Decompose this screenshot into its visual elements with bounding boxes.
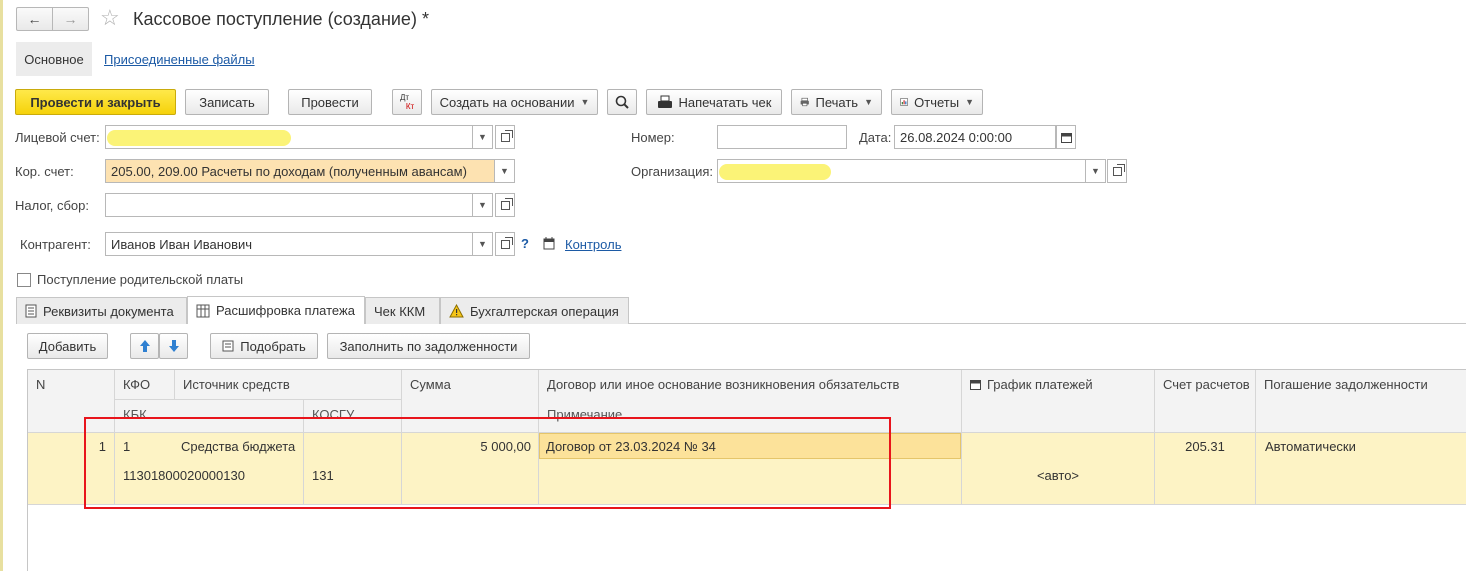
table-icon	[196, 304, 210, 317]
print-button[interactable]: Печать ▼	[791, 89, 882, 115]
parent-fee-checkbox[interactable]	[17, 273, 31, 287]
section-main[interactable]: Основное	[16, 42, 92, 76]
tab-document-details[interactable]: Реквизиты документа	[16, 297, 187, 324]
caret-down-icon: ▼	[864, 97, 873, 107]
control-link[interactable]: Контроль	[565, 237, 621, 252]
back-button[interactable]: ←	[16, 7, 53, 31]
calendar-icon	[970, 379, 981, 390]
number-label: Номер:	[631, 130, 675, 145]
arrow-down-icon	[168, 340, 179, 352]
caret-down-icon: ▼	[500, 166, 509, 176]
caret-down-icon: ▼	[478, 239, 487, 249]
favorite-star-icon[interactable]: ☆	[100, 5, 120, 31]
printer-icon	[800, 97, 809, 107]
number-field[interactable]	[717, 125, 847, 149]
cell-account[interactable]: 205.31	[1155, 436, 1255, 456]
annotation-highlight-box	[84, 417, 891, 509]
find-button[interactable]	[607, 89, 637, 115]
cash-register-icon	[657, 95, 672, 108]
arrow-left-icon: ←	[27, 11, 42, 27]
counterparty-dropdown-button[interactable]: ▼	[473, 232, 493, 256]
col-header-kfo[interactable]: КФО	[115, 374, 150, 394]
move-up-button[interactable]	[130, 333, 159, 359]
cell-repayment[interactable]: Автоматически	[1265, 436, 1356, 456]
help-icon[interactable]: ?	[521, 236, 529, 251]
organization-dropdown-button[interactable]: ▼	[1086, 159, 1106, 183]
page-title: Кассовое поступление (создание) *	[133, 9, 429, 29]
corr-account-dropdown-button[interactable]: ▼	[495, 159, 515, 183]
calendar-icon	[1060, 132, 1072, 143]
add-row-button[interactable]: Добавить	[27, 333, 108, 359]
corr-account-field[interactable]: 205.00, 209.00 Расчеты по доходам (получ…	[105, 159, 495, 183]
tax-open-button[interactable]	[495, 193, 515, 217]
section-attached-files-link[interactable]: Присоединенные файлы	[104, 52, 255, 67]
organization-open-button[interactable]	[1107, 159, 1127, 183]
tax-field[interactable]	[105, 193, 473, 217]
col-header-repayment[interactable]: Погашение задолженности	[1256, 374, 1428, 394]
counterparty-open-button[interactable]	[495, 232, 515, 256]
create-based-on-button[interactable]: Создать на основании ▼	[431, 89, 598, 115]
cell-schedule[interactable]: <авто>	[962, 465, 1154, 485]
parent-fee-label: Поступление родительской платы	[37, 272, 244, 287]
counterparty-field[interactable]: Иванов Иван Иванович	[105, 232, 473, 256]
fill-by-debt-button[interactable]: Заполнить по задолженности	[327, 333, 530, 359]
open-icon	[1112, 163, 1125, 176]
col-header-contract[interactable]: Договор или иное основание возникновения…	[539, 374, 899, 394]
tax-dropdown-button[interactable]: ▼	[473, 193, 493, 217]
dt-kt-icon: Дт Кт	[399, 93, 415, 111]
tax-label: Налог, сбор:	[15, 198, 89, 213]
caret-down-icon: ▼	[1091, 166, 1100, 176]
date-picker-button[interactable]	[1056, 125, 1076, 149]
document-icon	[25, 304, 37, 318]
left-edge-strip	[0, 0, 3, 571]
col-header-account[interactable]: Счет расчетов	[1155, 374, 1250, 394]
open-icon	[500, 236, 513, 249]
save-button[interactable]: Записать	[185, 89, 269, 115]
corr-account-label: Кор. счет:	[15, 164, 74, 179]
pick-button[interactable]: Подобрать	[210, 333, 318, 359]
print-receipt-button[interactable]: Напечатать чек	[646, 89, 782, 115]
counterparty-label: Контрагент:	[20, 237, 91, 252]
open-icon	[500, 129, 513, 142]
col-header-schedule[interactable]: График платежей	[962, 374, 1093, 394]
dt-kt-button[interactable]: Дт Кт	[392, 89, 422, 115]
date-field[interactable]: 26.08.2024 0:00:00	[894, 125, 1056, 149]
caret-down-icon: ▼	[965, 97, 974, 107]
col-header-source[interactable]: Источник средств	[175, 374, 290, 394]
caret-down-icon: ▼	[580, 97, 590, 107]
redaction-mark	[719, 164, 831, 180]
organization-label: Организация:	[631, 164, 714, 179]
grid-line	[114, 399, 401, 400]
move-down-button[interactable]	[159, 333, 188, 359]
caret-down-icon: ▼	[478, 200, 487, 210]
arrow-right-icon: →	[63, 11, 78, 27]
redaction-mark	[107, 130, 291, 146]
tab-payment-breakdown[interactable]: Расшифровка платежа	[187, 296, 365, 324]
magnifier-icon	[615, 95, 629, 109]
warning-icon	[449, 304, 464, 318]
calendar-check-icon	[543, 237, 555, 250]
tab-accounting-operation[interactable]: Бухгалтерская операция	[440, 297, 629, 324]
account-label: Лицевой счет:	[15, 130, 100, 145]
post-and-close-button[interactable]: Провести и закрыть	[15, 89, 176, 115]
tab-kkm-receipt[interactable]: Чек ККМ	[365, 297, 440, 324]
pick-list-icon	[222, 340, 234, 352]
arrow-up-icon	[139, 340, 150, 352]
open-icon	[500, 197, 513, 210]
account-dropdown-button[interactable]: ▼	[473, 125, 493, 149]
account-open-button[interactable]	[495, 125, 515, 149]
caret-down-icon: ▼	[478, 132, 487, 142]
col-header-n[interactable]: N	[28, 374, 45, 394]
post-button[interactable]: Провести	[288, 89, 372, 115]
col-header-sum[interactable]: Сумма	[402, 374, 451, 394]
report-chart-icon	[900, 98, 908, 106]
reports-button[interactable]: Отчеты ▼	[891, 89, 983, 115]
date-label: Дата:	[859, 130, 892, 145]
forward-button[interactable]: →	[52, 7, 89, 31]
